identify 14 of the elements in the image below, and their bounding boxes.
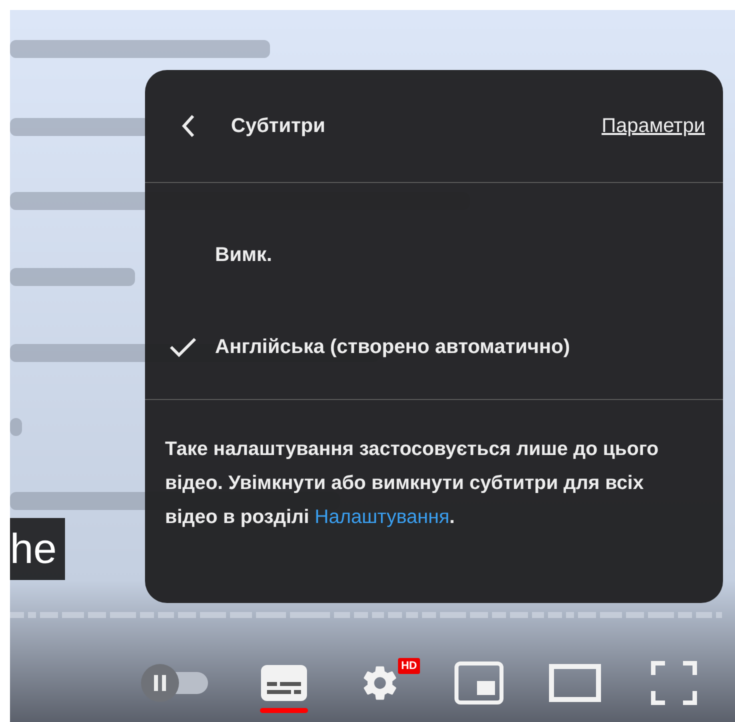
subtitle-option[interactable]: Вимк. [145,209,723,301]
caption-text: he [10,518,65,580]
fullscreen-button[interactable] [651,660,697,704]
subtitles-button[interactable] [260,664,308,713]
theater-mode-button[interactable] [549,664,601,702]
quality-badge: HD [398,658,420,674]
miniplayer-button[interactable] [454,660,504,704]
menu-title: Субтитри [231,114,326,139]
settings-link[interactable]: Налаштування [314,506,450,528]
info-text: Таке налаштування застосовується лише до цього відео. Увімкнути або вимкнути субтитри для всіх відео в розділі Налаштування. [164,437,660,530]
back-icon[interactable] [181,114,195,138]
autoplay-toggle[interactable] [140,662,210,702]
subtitle-option[interactable]: Англійська (створено автоматично) [145,301,723,393]
options-link[interactable]: Параметри [602,111,705,141]
